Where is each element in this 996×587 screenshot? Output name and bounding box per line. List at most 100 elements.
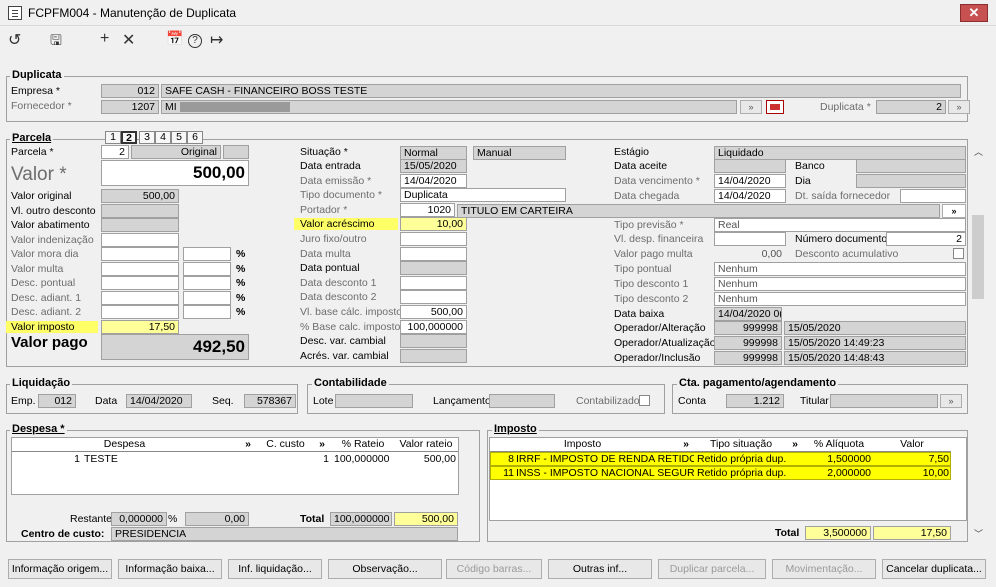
mid-row-label: Desc. var. cambial xyxy=(300,335,386,348)
mid-row-value[interactable]: 10,00 xyxy=(400,217,467,232)
mid-row-value[interactable]: Duplicata xyxy=(400,188,566,203)
data-baixa-label: Data baixa xyxy=(614,308,665,320)
parcela-row-value[interactable] xyxy=(101,218,179,232)
contabilizado-checkbox[interactable] xyxy=(639,395,650,406)
desconto-acumulativo-checkbox[interactable] xyxy=(953,248,964,259)
imposto-row-aliq: 1,500000 xyxy=(827,453,871,465)
mid-row-value[interactable]: 15/05/2020 xyxy=(400,159,467,173)
action-button[interactable]: Informação baixa... xyxy=(118,559,222,579)
parcela-value[interactable]: 2 xyxy=(101,145,129,159)
tab-4[interactable]: 4 xyxy=(155,131,171,144)
data-vencimento-value[interactable]: 14/04/2020 xyxy=(714,174,786,188)
mid-row-value[interactable]: 100,000000 xyxy=(400,319,467,334)
parcela-row-value[interactable]: 17,50 xyxy=(101,319,179,334)
tab-2[interactable]: 2 xyxy=(121,131,137,144)
mid-row-value[interactable] xyxy=(400,275,467,290)
exit-icon[interactable]: ↦ xyxy=(210,30,223,50)
tab-1[interactable]: 1 xyxy=(105,131,121,144)
tab-6[interactable]: 6 xyxy=(187,131,203,144)
situacao-value: Normal xyxy=(400,146,467,160)
numero-documento-value[interactable]: 2 xyxy=(886,232,966,246)
titular-search-icon[interactable]: » xyxy=(940,394,962,408)
portador-name: TITULO EM CARTEIRA xyxy=(457,204,940,218)
scroll-up-icon[interactable]: ︿ xyxy=(974,145,983,158)
tab-5[interactable]: 5 xyxy=(171,131,187,144)
vertical-scrollbar[interactable] xyxy=(970,139,988,539)
fornecedor-code[interactable]: 1207 xyxy=(101,100,159,114)
imposto-legend: Imposto xyxy=(492,423,539,435)
duplicata-value[interactable]: 2 xyxy=(876,100,946,114)
despesa-row-valor: 500,00 xyxy=(423,453,456,465)
parcela-row-value[interactable] xyxy=(101,276,179,290)
emp-value: 012 xyxy=(38,394,76,408)
action-button[interactable]: Cancelar duplicata... xyxy=(882,559,986,579)
parcela-row-pct-input[interactable] xyxy=(183,276,231,290)
undo-icon[interactable]: ↺ xyxy=(8,30,21,50)
data-vencimento-label: Data vencimento * xyxy=(614,175,700,187)
mid-row-value[interactable] xyxy=(400,232,467,246)
tipo-previsao-select[interactable]: Real xyxy=(714,218,966,232)
calendar-icon[interactable]: 📅 xyxy=(166,30,183,47)
parcela-row-value[interactable] xyxy=(101,232,179,247)
add-icon[interactable]: + xyxy=(100,30,109,48)
parcela-row-pct-input[interactable] xyxy=(183,305,231,319)
imposto-header: Imposto xyxy=(490,437,675,452)
action-button[interactable]: Observação... xyxy=(328,559,442,579)
mid-row-label: Data multa xyxy=(300,247,351,260)
action-button[interactable]: Informação origem... xyxy=(8,559,112,579)
mid-row-value[interactable]: 500,00 xyxy=(400,305,467,319)
parcela-row-value[interactable] xyxy=(101,290,179,305)
tab-3[interactable]: 3 xyxy=(139,131,155,144)
mid-row-label: % Base calc. imposto xyxy=(300,320,401,333)
parcela-row-pct-input[interactable] xyxy=(183,247,231,261)
parcela-row-value[interactable] xyxy=(101,203,179,218)
parcela-row-value[interactable]: 500,00 xyxy=(101,189,179,203)
mid-row-value[interactable] xyxy=(400,261,467,276)
parcela-row-value[interactable] xyxy=(101,247,179,261)
cancel-icon[interactable]: ✕ xyxy=(122,30,135,50)
action-button[interactable]: Outras inf... xyxy=(548,559,652,579)
scroll-down-icon[interactable]: ﹀ xyxy=(974,527,983,540)
empresa-code[interactable]: 012 xyxy=(101,84,159,98)
ccusto-lookup-icon[interactable]: » xyxy=(312,437,332,452)
valor-pago-label: Valor pago xyxy=(11,334,88,351)
liquidacao-legend: Liquidação xyxy=(10,377,73,389)
despesa-lookup-icon[interactable]: » xyxy=(237,437,259,452)
mid-row-value[interactable] xyxy=(400,348,467,363)
tipo-desconto2-select[interactable]: Nenhum xyxy=(714,292,966,306)
operador-inclusao-label: Operador/Inclusão xyxy=(614,352,701,364)
scroll-thumb[interactable] xyxy=(972,215,984,299)
tipo-lookup-icon[interactable]: » xyxy=(785,437,805,452)
estagio-value: Liquidado xyxy=(714,146,966,160)
parcela-row-value[interactable] xyxy=(101,305,179,319)
mid-row-value[interactable] xyxy=(400,246,467,261)
data-aceite-value[interactable] xyxy=(714,159,786,173)
close-button[interactable]: ✕ xyxy=(960,4,988,22)
calculator-icon[interactable] xyxy=(766,100,784,114)
data-chegada-value[interactable]: 14/04/2020 xyxy=(714,189,786,203)
parcela-row-pct-sign: % xyxy=(236,248,246,260)
save-icon[interactable]: 🖫 xyxy=(50,30,62,54)
mid-row-value[interactable] xyxy=(400,290,467,305)
parcela-row-label: Valor mora dia xyxy=(11,248,79,260)
search-fornecedor-icon[interactable]: » xyxy=(740,100,762,114)
parcela-row-value[interactable] xyxy=(101,261,179,276)
tipo-desconto1-select[interactable]: Nenhum xyxy=(714,277,966,291)
parcela-row-pct-input[interactable] xyxy=(183,290,231,305)
lote-label: Lote xyxy=(313,395,334,407)
help-icon[interactable]: ? xyxy=(188,34,202,48)
action-button[interactable]: Inf. liquidação... xyxy=(228,559,322,579)
tipo-pontual-select[interactable]: Nenhum xyxy=(714,262,966,276)
mid-row-value[interactable]: 14/04/2020 xyxy=(400,173,467,188)
mid-row-value[interactable]: 1020 xyxy=(400,202,455,217)
despesa-row-code: 1 xyxy=(74,453,80,465)
dt-saida-value[interactable] xyxy=(900,189,966,203)
duplicata-search-icon[interactable]: » xyxy=(948,100,970,114)
valor-value[interactable]: 500,00 xyxy=(101,160,249,186)
mid-row-value[interactable] xyxy=(400,334,467,349)
imposto-lookup-icon[interactable]: » xyxy=(675,437,697,452)
portador-button[interactable]: » xyxy=(942,204,966,218)
imposto-row-code: 8 xyxy=(508,453,514,465)
vl-desp-value[interactable] xyxy=(714,232,786,246)
parcela-row-pct-input[interactable] xyxy=(183,261,231,276)
